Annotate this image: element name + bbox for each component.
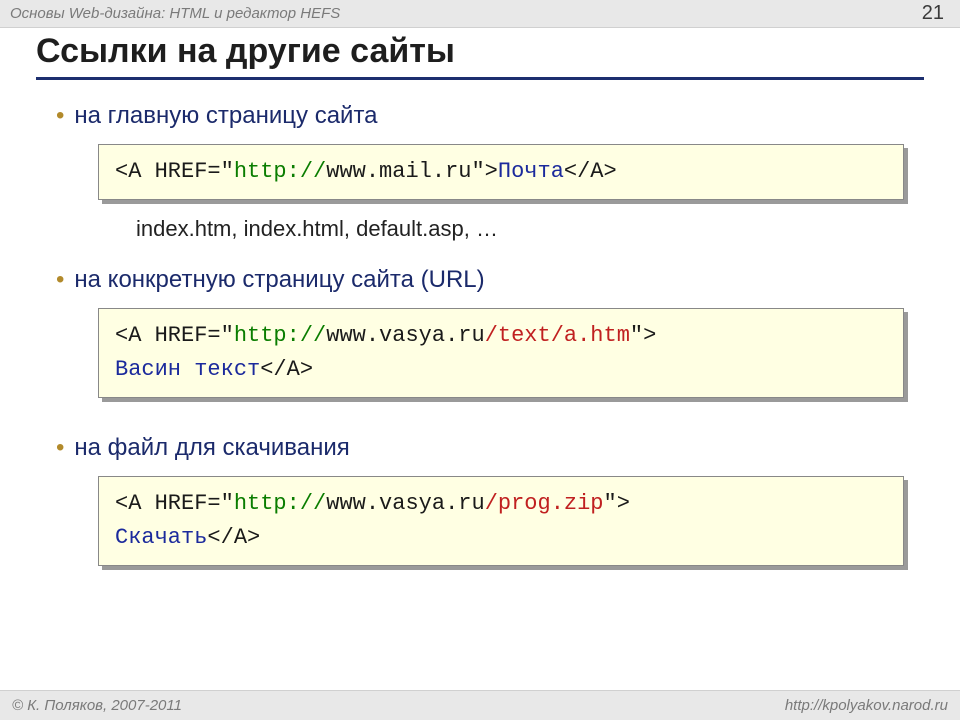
page-number: 21 — [922, 2, 950, 25]
title-block: Ссылки на другие сайты — [0, 28, 960, 80]
bullet-text: на конкретную страницу сайта (URL) — [74, 266, 484, 294]
code-example: <A HREF="http://www.vasya.ru/prog.zip"> … — [98, 476, 904, 566]
slide: Основы Web-дизайна: HTML и редактор HEFS… — [0, 0, 960, 720]
bullet-item: • на конкретную страницу сайта (URL) — [56, 266, 924, 294]
code-protocol: http:// — [234, 491, 326, 516]
code-linktext: Скачать — [115, 525, 207, 550]
code-example: <A HREF="http://www.vasya.ru/text/a.htm"… — [98, 308, 904, 398]
bullet-text: на файл для скачивания — [74, 434, 349, 462]
code-close-tag: </A> — [260, 357, 313, 382]
footer-url: http://kpolyakov.narod.ru — [785, 697, 948, 714]
code-prefix: <A HREF=" — [115, 323, 234, 348]
top-bar: Основы Web-дизайна: HTML и редактор HEFS… — [0, 0, 960, 28]
bullet-item: • на главную страницу сайта — [56, 102, 924, 130]
code-host: www.vasya.ru — [326, 323, 484, 348]
code-path: /text/a.htm — [485, 323, 630, 348]
code-linktext: Васин текст — [115, 357, 260, 382]
code-example: <A HREF="http://www.mail.ru">Почта</A> — [98, 144, 904, 200]
code-path: /prog.zip — [485, 491, 604, 516]
slide-title: Ссылки на другие сайты — [36, 32, 924, 80]
code-host: www.vasya.ru — [326, 491, 484, 516]
bullet-dot-icon: • — [56, 436, 64, 460]
code-prefix: <A HREF=" — [115, 491, 234, 516]
content-area: • на главную страницу сайта <A HREF="htt… — [0, 102, 960, 566]
footer-bar: © К. Поляков, 2007-2011 http://kpolyakov… — [0, 690, 960, 720]
code-linktext: Почта — [498, 159, 564, 184]
code-close-attr: "> — [630, 323, 656, 348]
code-close-attr: "> — [471, 159, 497, 184]
code-protocol: http:// — [234, 323, 326, 348]
code-protocol: http:// — [234, 159, 326, 184]
bullet-item: • на файл для скачивания — [56, 434, 924, 462]
bullet-text: на главную страницу сайта — [74, 102, 377, 130]
note-text: index.htm, index.html, default.asp, … — [136, 216, 924, 242]
code-prefix: <A HREF=" — [115, 159, 234, 184]
copyright-text: © К. Поляков, 2007-2011 — [12, 697, 182, 714]
bullet-dot-icon: • — [56, 104, 64, 128]
code-close-tag: </A> — [207, 525, 260, 550]
lecture-title: Основы Web-дизайна: HTML и редактор HEFS — [10, 5, 340, 22]
code-host: www.mail.ru — [326, 159, 471, 184]
code-close-attr: "> — [604, 491, 630, 516]
bullet-dot-icon: • — [56, 268, 64, 292]
code-close-tag: </A> — [564, 159, 617, 184]
